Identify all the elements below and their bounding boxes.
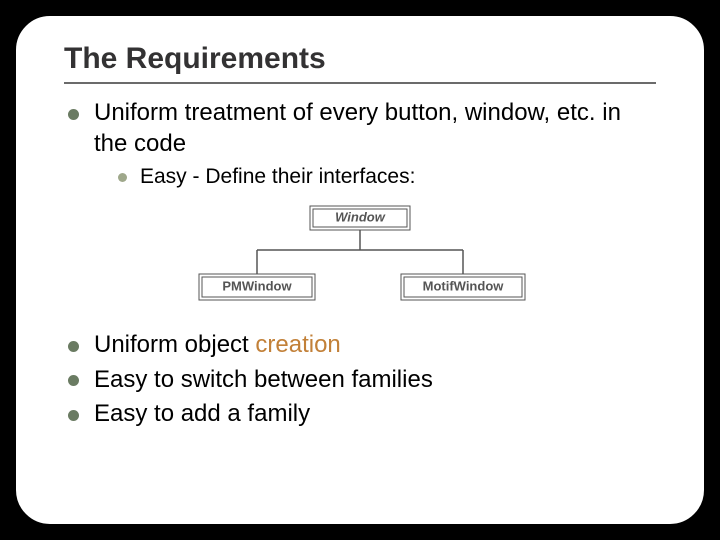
slide-frame: The Requirements Uniform treatment of ev… — [14, 14, 706, 526]
bullet-list: Uniform treatment of every button, windo… — [64, 98, 656, 192]
sub-bullet-text: Easy - Define their interfaces: — [140, 165, 415, 188]
sub-bullet-list: Easy - Define their interfaces: — [94, 163, 656, 191]
bullet-text: Uniform treatment of every button, windo… — [94, 99, 621, 157]
bullet-text: Easy to switch between families — [94, 366, 433, 393]
slide-stage: The Requirements Uniform treatment of ev… — [0, 0, 720, 540]
slide-title: The Requirements — [64, 42, 656, 76]
bullet-text-highlight: creation — [255, 331, 340, 358]
bullet-item: Uniform object creation — [64, 330, 656, 361]
bullet-item: Easy to switch between families — [64, 365, 656, 396]
sub-bullet-item: Easy - Define their interfaces: — [118, 163, 656, 191]
class-diagram: Window PMWindow MotifWindow — [64, 202, 656, 312]
bullet-text-pre: Uniform object — [94, 331, 255, 358]
bullet-list-lower: Uniform object creation Easy to switch b… — [64, 330, 656, 430]
bullet-text: Easy to add a family — [94, 400, 310, 427]
bullet-item: Uniform treatment of every button, windo… — [64, 98, 656, 192]
diagram-child-left-label: PMWindow — [222, 278, 292, 293]
diagram-parent-label: Window — [335, 209, 386, 224]
diagram-child-right-label: MotifWindow — [423, 278, 505, 293]
class-diagram-svg: Window PMWindow MotifWindow — [185, 202, 535, 312]
bullet-item: Easy to add a family — [64, 399, 656, 430]
title-underline — [64, 82, 656, 84]
